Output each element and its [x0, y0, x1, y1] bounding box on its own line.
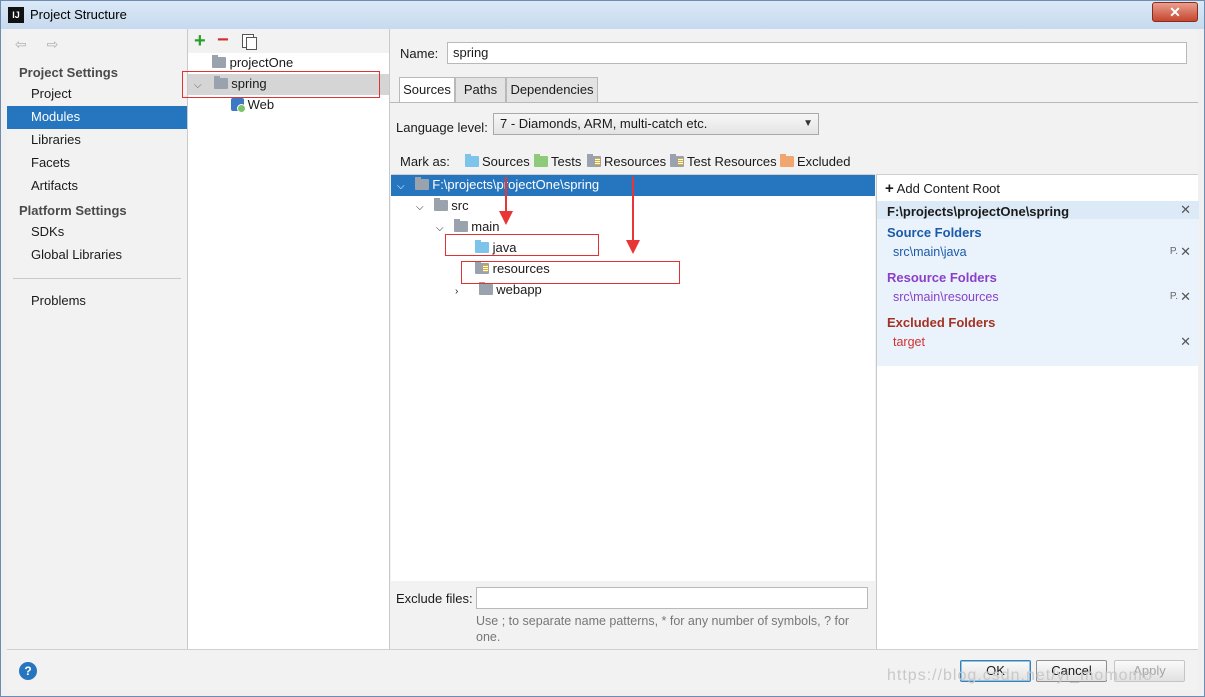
folder-icon [478, 282, 493, 295]
folder-icon [414, 177, 429, 190]
mark-excluded-label: Excluded [797, 154, 851, 169]
language-level-label: Language level: [396, 120, 488, 135]
tree-row-label: main [471, 219, 500, 234]
edit-properties-icon[interactable]: P. [1170, 246, 1178, 257]
nav-item-project[interactable]: Project [7, 83, 187, 106]
mark-tests-button[interactable]: Tests [534, 154, 581, 169]
tab-sources[interactable]: Sources [399, 77, 455, 103]
mark-as-label: Mark as: [400, 154, 450, 169]
dialog-body: ⇦ ⇨ Project Settings Project Modules Lib… [7, 29, 1199, 691]
resource-folders-header: Resource Folders [887, 270, 997, 285]
chevron-right-icon[interactable]: › [455, 282, 467, 302]
remove-resource-folder-icon[interactable]: ✕ [1180, 289, 1191, 305]
exclude-files-hint: Use ; to separate name patterns, * for a… [476, 614, 850, 644]
mark-resources-label: Resources [604, 154, 667, 169]
content-root-path: F:\projects\projectOne\spring [887, 204, 1070, 219]
mark-tests-label: Tests [551, 154, 582, 169]
mark-sources-label: Sources [482, 154, 530, 169]
tree-row-label: F:\projects\projectOne\spring [432, 177, 600, 192]
module-folder-icon [212, 55, 226, 68]
remove-excluded-folder-icon[interactable]: ✕ [1180, 334, 1191, 350]
mark-sources-button[interactable]: Sources [465, 154, 530, 169]
module-detail-pane: Name: spring Sources Paths Dependencies … [390, 29, 1199, 649]
language-level-value: 7 - Diamonds, ARM, multi-catch etc. [500, 116, 708, 131]
excluded-folder-icon [780, 154, 794, 167]
name-label: Name: [400, 46, 439, 61]
nav-item-artifacts[interactable]: Artifacts [7, 175, 187, 198]
mark-excluded-button[interactable]: Excluded [780, 154, 850, 169]
web-facet-icon [231, 98, 246, 113]
tree-row-label: src [451, 198, 469, 213]
chevron-down-icon: ▼ [803, 118, 813, 129]
intellij-app-icon: IJ [8, 7, 24, 23]
excluded-folders-header: Excluded Folders [887, 315, 996, 330]
resources-folder-icon [587, 154, 601, 167]
window-title: Project Structure [30, 7, 127, 22]
nav-item-problems[interactable]: Problems [7, 290, 187, 313]
module-name-input[interactable]: spring [447, 42, 1187, 64]
tab-paths[interactable]: Paths [455, 77, 506, 102]
chevron-down-icon[interactable]: ⌵ [416, 198, 428, 218]
copy-module-icon[interactable] [242, 34, 257, 50]
content-roots-panel: + Add Content Root F:\projects\projectOn… [876, 174, 1199, 649]
source-folder-path: src\main\java [893, 245, 967, 259]
title-bar: IJ Project Structure ✕ [1, 1, 1204, 29]
mark-test-resources-button[interactable]: Test Resources [670, 154, 777, 169]
edit-properties-icon[interactable]: P. [1170, 291, 1178, 302]
project-structure-window: IJ Project Structure ✕ ⇦ ⇨ Project Setti… [0, 0, 1205, 697]
add-content-root-button[interactable]: + Add Content Root [885, 180, 1000, 197]
folder-icon [453, 219, 468, 232]
annotation-box-resources [461, 261, 680, 284]
module-label: projectOne [229, 55, 294, 70]
exclude-files-label: Exclude files: [396, 591, 473, 606]
close-window-button[interactable]: ✕ [1152, 2, 1198, 22]
modules-toolbar: + − [188, 29, 389, 53]
nav-divider [13, 278, 181, 279]
mark-test-resources-label: Test Resources [687, 154, 777, 169]
facet-item-web[interactable]: Web [188, 95, 389, 116]
test-resources-folder-icon [670, 154, 684, 167]
language-level-select[interactable]: 7 - Diamonds, ARM, multi-catch etc. ▼ [493, 113, 819, 135]
tree-row-label: webapp [496, 282, 542, 297]
resource-folder-path: src\main\resources [893, 290, 999, 304]
watermark: https://blog.csdn.net/yi_momomo [887, 667, 1153, 684]
back-forward-icons[interactable]: ⇦ ⇨ [15, 36, 66, 53]
tab-dependencies[interactable]: Dependencies [506, 77, 598, 102]
remove-module-icon[interactable]: − [217, 29, 229, 52]
mark-resources-button[interactable]: Resources [587, 154, 666, 169]
nav-item-libraries[interactable]: Libraries [7, 129, 187, 152]
nav-item-global-libraries[interactable]: Global Libraries [7, 244, 187, 267]
nav-item-sdks[interactable]: SDKs [7, 221, 187, 244]
nav-item-facets[interactable]: Facets [7, 152, 187, 175]
annotation-box-spring [182, 71, 380, 98]
sources-folder-icon [465, 154, 479, 167]
chevron-down-icon[interactable]: ⌵ [397, 177, 409, 197]
help-icon[interactable]: ? [19, 662, 37, 680]
project-settings-header: Project Settings [19, 65, 118, 80]
add-content-root-label: Add Content Root [896, 181, 1001, 196]
source-folders-header: Source Folders [887, 225, 982, 240]
content-root-card: F:\projects\projectOne\spring ✕ Source F… [877, 201, 1199, 366]
folder-icon [433, 198, 448, 211]
facet-label: Web [247, 97, 275, 112]
plus-icon: + [885, 180, 894, 197]
tab-divider [390, 102, 1198, 103]
add-module-icon[interactable]: + [194, 30, 206, 53]
remove-source-folder-icon[interactable]: ✕ [1180, 244, 1191, 260]
modules-list-panel: + − projectOne ⌵ spring Web [188, 29, 390, 649]
annotation-arrow-java [499, 177, 513, 225]
remove-content-root-icon[interactable]: ✕ [1180, 202, 1191, 218]
excluded-folder-path: target [893, 335, 925, 349]
platform-settings-header: Platform Settings [19, 203, 127, 218]
nav-item-modules[interactable]: Modules [7, 106, 187, 129]
exclude-files-input[interactable] [476, 587, 868, 609]
settings-nav: ⇦ ⇨ Project Settings Project Modules Lib… [7, 29, 188, 649]
annotation-arrow-resources [626, 177, 640, 254]
tests-folder-icon [534, 154, 548, 167]
annotation-box-java [445, 234, 599, 256]
